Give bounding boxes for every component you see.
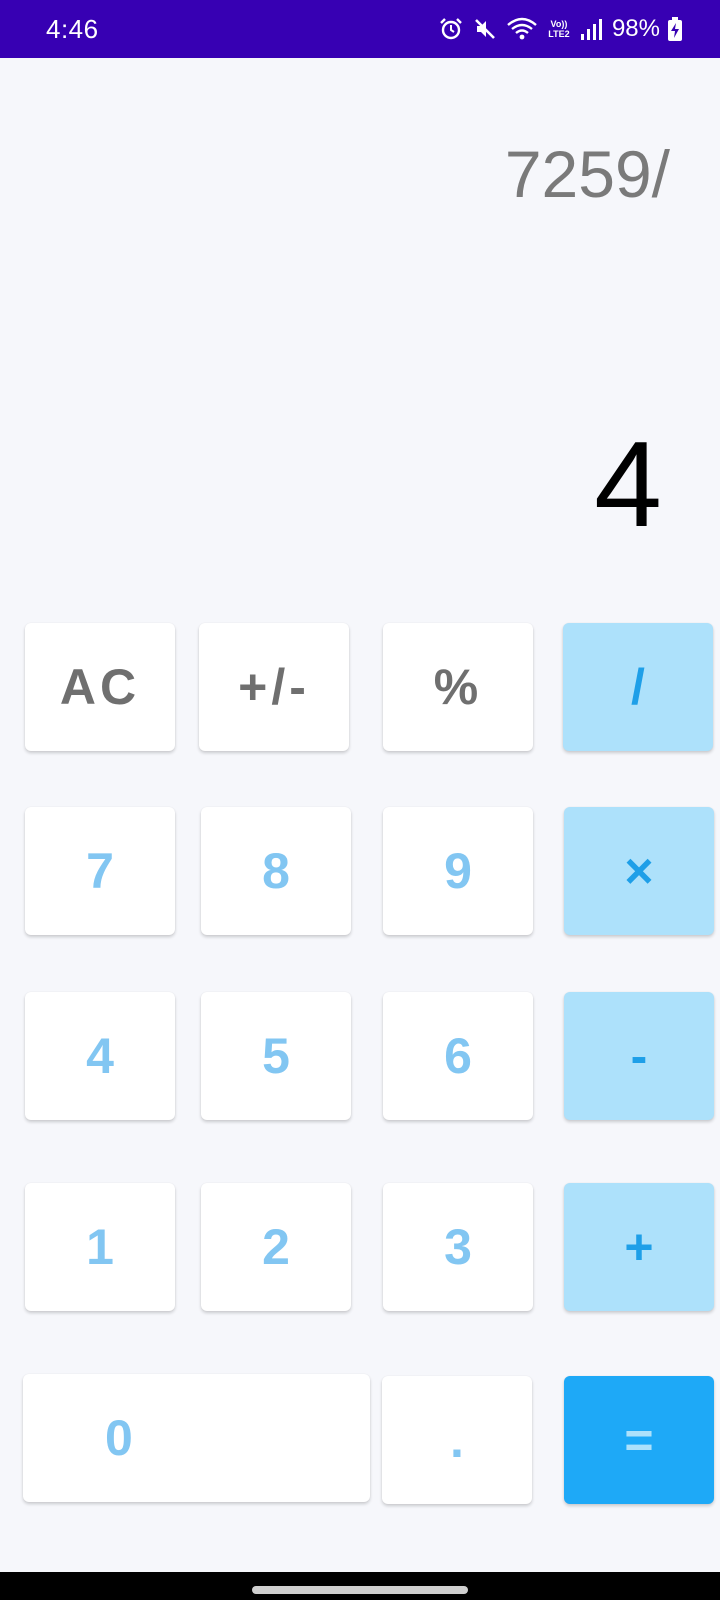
- status-bar: 4:46 Vo)) LTE2 98%: [0, 0, 720, 58]
- plus-minus-button[interactable]: +/-: [199, 623, 349, 751]
- result-display: 4: [594, 416, 662, 552]
- percent-button[interactable]: %: [383, 623, 533, 751]
- digit-9-button[interactable]: 9: [383, 807, 533, 935]
- minus-button[interactable]: -: [564, 992, 714, 1120]
- equals-button[interactable]: =: [564, 1376, 714, 1504]
- status-time: 4:46: [46, 14, 99, 44]
- digit-1-button[interactable]: 1: [25, 1183, 175, 1311]
- mute-icon: [472, 16, 498, 42]
- alarm-icon: [438, 16, 464, 42]
- wifi-icon: [506, 16, 538, 42]
- decimal-button[interactable]: .: [382, 1376, 532, 1504]
- digit-0-button[interactable]: 0: [23, 1374, 370, 1502]
- battery-percent: 98%: [611, 15, 660, 42]
- digit-3-button[interactable]: 3: [383, 1183, 533, 1311]
- expression-display: 7259/: [504, 137, 670, 211]
- battery-charging-icon: [668, 17, 682, 41]
- plus-button[interactable]: +: [564, 1183, 714, 1311]
- status-icons: Vo)) LTE2 98%: [438, 12, 682, 46]
- digit-6-button[interactable]: 6: [383, 992, 533, 1120]
- digit-5-button[interactable]: 5: [201, 992, 351, 1120]
- digit-7-button[interactable]: 7: [25, 807, 175, 935]
- divide-button[interactable]: /: [563, 623, 713, 751]
- volte-icon: Vo)) LTE2: [548, 19, 570, 39]
- navigation-bar: [0, 1572, 720, 1600]
- home-gesture-handle[interactable]: [252, 1586, 468, 1594]
- digit-4-button[interactable]: 4: [25, 992, 175, 1120]
- digit-2-button[interactable]: 2: [201, 1183, 351, 1311]
- digit-8-button[interactable]: 8: [201, 807, 351, 935]
- multiply-button[interactable]: ×: [564, 807, 714, 935]
- signal-icon: [580, 17, 602, 41]
- clear-button[interactable]: AC: [25, 623, 175, 751]
